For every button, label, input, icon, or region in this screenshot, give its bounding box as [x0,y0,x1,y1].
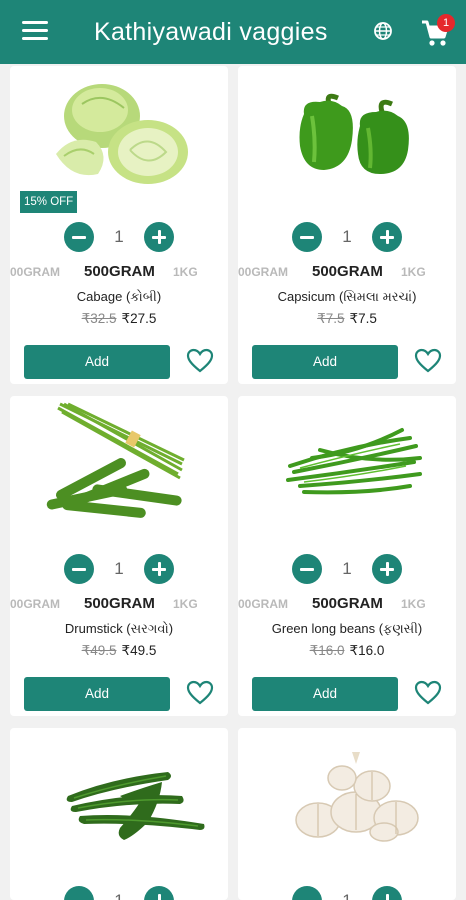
size-option[interactable]: 00GRAM [238,594,288,614]
size-option[interactable]: 1KG [401,262,426,282]
quantity-stepper: 1 [292,554,402,584]
product-card[interactable]: 15% OFF 1 00GRAM 500GRAM 1KG Cabage (કોબ… [10,66,228,384]
sale-price: ₹27.5 [121,311,157,326]
product-name: Green long beans (ફણસી) [271,621,423,636]
product-card[interactable]: 1 00GRAM 500GRAM 1KG Capsicum (સિમલા મરચ… [238,66,456,384]
decrease-quantity-button[interactable] [292,222,322,252]
size-option[interactable]: 1KG [173,262,198,282]
quantity-value: 1 [342,227,352,246]
add-to-cart-button[interactable]: Add [24,345,170,379]
heart-icon[interactable] [414,348,442,374]
cabbage-image [56,84,188,184]
size-option[interactable]: 00GRAM [10,262,60,282]
add-to-cart-button[interactable]: Add [24,677,170,711]
quantity-value: 1 [114,227,124,246]
quantity-stepper: 1 [292,222,402,252]
app-bar: Kathiyawadi vaggies 1 [0,0,466,64]
product-card[interactable]: 1 00GRAM 500GRAM 1KG Green long beans (ફ… [238,396,456,716]
garlic-image [295,752,419,842]
product-price: ₹16.0 ₹16.0 [238,642,456,660]
size-selector: 00GRAM 500GRAM 1KG [10,594,228,614]
sale-price: ₹16.0 [349,643,385,658]
increase-quantity-button[interactable] [144,886,174,900]
increase-quantity-button[interactable] [144,554,174,584]
increase-quantity-button[interactable] [372,886,402,900]
add-to-cart-button[interactable]: Add [252,677,398,711]
size-option-selected[interactable]: 500GRAM [84,594,155,614]
product-card[interactable]: 1 00GRAM 500GRAM 1KG Drumstick (સરગવો) ₹… [10,396,228,716]
sale-price: ₹7.5 [349,311,377,326]
green-long-beans-image [286,428,422,495]
product-name: Drumstick (સરગવો) [64,621,174,636]
quantity-stepper: 1 [64,222,174,252]
size-option[interactable]: 00GRAM [238,262,288,282]
quantity-stepper: 1 [64,886,174,900]
product-card[interactable]: 1 [238,728,456,900]
size-option-selected[interactable]: 500GRAM [312,594,383,614]
decrease-quantity-button[interactable] [292,554,322,584]
product-name: Capsicum (સિમલા મરચાં) [277,289,417,304]
size-option[interactable]: 1KG [173,594,198,614]
size-selector: 00GRAM 500GRAM 1KG [238,594,456,614]
quantity-value: 1 [94,890,144,900]
quantity-value: 1 [342,559,352,578]
discount-badge: 15% OFF [20,191,78,213]
quantity-value: 1 [114,559,124,578]
increase-quantity-button[interactable] [372,554,402,584]
decrease-quantity-button[interactable] [64,886,94,900]
quantity-stepper: 1 [292,886,402,900]
decrease-quantity-button[interactable] [64,554,94,584]
sale-price: ₹49.5 [121,643,157,658]
original-price: ₹7.5 [317,311,345,326]
heart-icon[interactable] [186,348,214,374]
product-card[interactable]: 1 [10,728,228,900]
product-price: ₹32.5 ₹27.5 [10,310,228,328]
size-option[interactable]: 00GRAM [10,594,60,614]
globe-icon[interactable] [373,21,393,41]
size-option-selected[interactable]: 500GRAM [312,262,383,282]
size-option-selected[interactable]: 500GRAM [84,262,155,282]
decrease-quantity-button[interactable] [292,886,322,900]
heart-icon[interactable] [414,680,442,706]
increase-quantity-button[interactable] [144,222,174,252]
drumstick-image [46,402,185,518]
increase-quantity-button[interactable] [372,222,402,252]
ridge-gourd-image [66,772,205,840]
original-price: ₹32.5 [81,311,117,326]
size-selector: 00GRAM 500GRAM 1KG [238,262,456,282]
product-price: ₹49.5 ₹49.5 [10,642,228,660]
product-name: Cabage (કોબી) [76,289,162,304]
app-title: Kathiyawadi vaggies [94,18,328,46]
heart-icon[interactable] [186,680,214,706]
capsicum-image [299,93,409,174]
hamburger-menu-icon[interactable] [22,19,50,43]
quantity-stepper: 1 [64,554,174,584]
original-price: ₹16.0 [309,643,345,658]
size-selector: 00GRAM 500GRAM 1KG [10,262,228,282]
size-option[interactable]: 1KG [401,594,426,614]
quantity-value: 1 [322,890,372,900]
cart-count-badge: 1 [437,14,455,32]
product-price: ₹7.5 ₹7.5 [238,310,456,328]
original-price: ₹49.5 [81,643,117,658]
decrease-quantity-button[interactable] [64,222,94,252]
add-to-cart-button[interactable]: Add [252,345,398,379]
